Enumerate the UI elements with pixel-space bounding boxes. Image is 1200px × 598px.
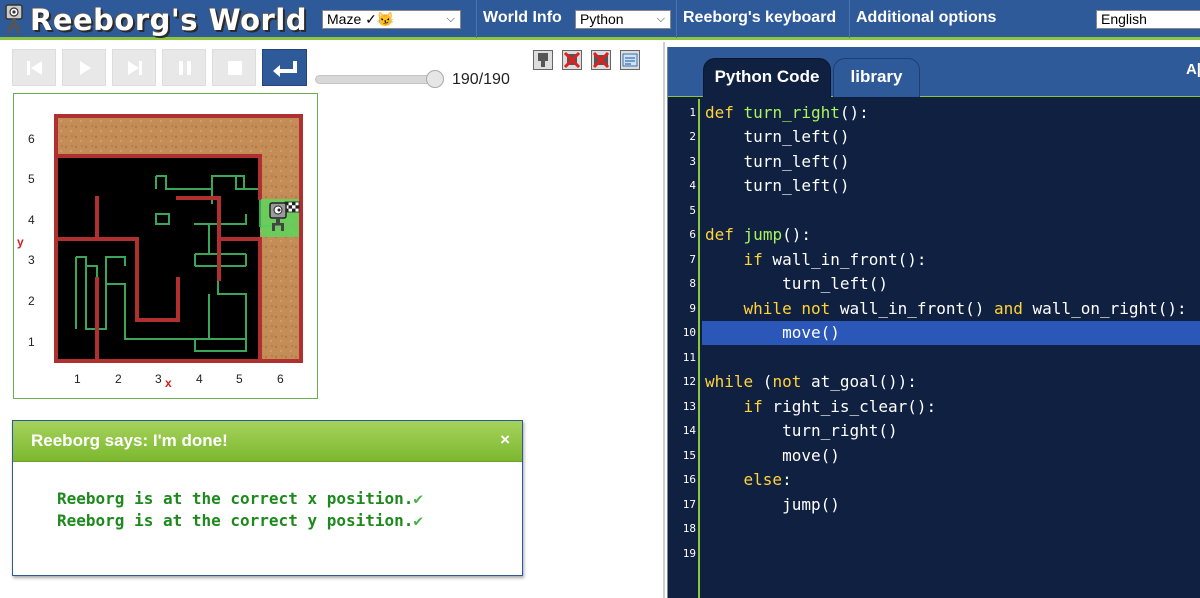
- code-line: 7 if wall_in_front():: [689, 250, 927, 269]
- code-line: 2 turn_left(): [689, 127, 850, 146]
- reload-button[interactable]: [12, 49, 56, 86]
- x-tick-label: 1: [74, 372, 81, 386]
- step-slider-handle[interactable]: [426, 70, 444, 88]
- stop-icon: [228, 61, 242, 75]
- dialog-message-line: Reeborg is at the correct x position.✔: [57, 489, 424, 508]
- y-axis-label: y: [17, 235, 24, 249]
- code-line: 13 if right_is_clear():: [682, 397, 937, 416]
- x-tick-label: 4: [196, 372, 203, 386]
- editor-tabs-bar: Python Code library A|: [668, 47, 1200, 97]
- code-line: 12 while (not at_goal()):: [682, 372, 917, 391]
- x-axis-label: x: [165, 376, 172, 390]
- clear-world-button[interactable]: [591, 50, 611, 70]
- code-line: 15 move(): [682, 446, 840, 465]
- code-line: 16 else:: [682, 470, 792, 489]
- code-line: 5: [689, 204, 696, 217]
- return-icon: [273, 61, 297, 77]
- delete-robot-button[interactable]: [562, 50, 582, 70]
- checkered-flag-icon: [284, 201, 300, 213]
- ui-language-value: English: [1101, 11, 1147, 27]
- y-tick-label: 1: [28, 335, 35, 349]
- world-info-button[interactable]: World Info: [476, 0, 568, 38]
- code-line: 3 turn_left(): [689, 152, 850, 171]
- dialog-header: Reeborg says: I'm done! ×: [13, 421, 522, 462]
- delete-robot-icon: [563, 51, 581, 69]
- checkmark-icon: ✔: [413, 489, 424, 508]
- code-line: 1 def turn_right():: [689, 103, 869, 122]
- step-button[interactable]: [112, 49, 156, 86]
- x-tick-label: 2: [115, 372, 122, 386]
- code-area[interactable]: 1 def turn_right(): 2 turn_left() 3 turn_…: [682, 99, 1200, 598]
- code-line: 14 turn_right(): [682, 421, 898, 440]
- top-menu-bar: Reeborg's World Maze ✓😼 ⌵ World Info Pyt…: [0, 0, 1200, 40]
- edit-world-icon: [622, 53, 638, 67]
- code-line: 17 jump(): [682, 495, 840, 514]
- reeborg-message-dialog: Reeborg says: I'm done! × Reeborg is at …: [12, 420, 523, 576]
- y-tick-label: 3: [28, 253, 35, 267]
- return-to-editor-button[interactable]: [262, 49, 307, 86]
- code-line: 8 turn_left(): [689, 274, 889, 293]
- x-tick-label: 5: [236, 372, 243, 386]
- additional-options-button[interactable]: Additional options: [849, 0, 1002, 38]
- checkmark-icon: ✔: [413, 511, 424, 530]
- ui-language-select[interactable]: English: [1096, 10, 1200, 29]
- step-slider-track[interactable]: [315, 75, 443, 84]
- reload-icon: [27, 61, 42, 75]
- reeborg-logo-icon: [5, 4, 23, 34]
- tab-library[interactable]: library: [833, 58, 920, 97]
- dialog-title: Reeborg says: I'm done!: [31, 431, 228, 450]
- step-counter: 190/190: [452, 71, 510, 88]
- pause-icon: [179, 61, 191, 75]
- dialog-message-line: Reeborg is at the correct y position.✔: [57, 511, 424, 530]
- run-button[interactable]: [62, 49, 106, 86]
- world-canvas: 6 5 4 3 2 1 1 2 3 4 5 6 y x: [13, 93, 318, 399]
- code-line: 4 turn_left(): [689, 176, 850, 195]
- reeborg-keyboard-button[interactable]: Reeborg's keyboard: [676, 0, 842, 38]
- world-select[interactable]: Maze ✓😼 ⌵: [322, 10, 461, 29]
- x-tick-label: 3: [155, 372, 162, 386]
- x-tick-label: 6: [277, 372, 284, 386]
- code-line: 6 def jump():: [689, 225, 811, 244]
- world-select-value: Maze ✓😼: [327, 11, 395, 27]
- programming-language-select[interactable]: Python ⌵: [575, 10, 671, 29]
- y-tick-label: 6: [28, 132, 35, 146]
- code-line: 9 while not wall_in_front() and wall_on_…: [689, 299, 1187, 318]
- edit-world-button[interactable]: [620, 50, 640, 70]
- clear-world-icon: [592, 51, 610, 69]
- robot-tool-button[interactable]: [533, 50, 553, 70]
- y-tick-label: 2: [28, 294, 35, 308]
- code-line: 19: [682, 547, 696, 560]
- step-icon: [128, 61, 142, 75]
- font-size-toggle[interactable]: A|: [1186, 61, 1200, 78]
- run-icon: [80, 61, 91, 75]
- pause-button[interactable]: [162, 49, 206, 86]
- y-tick-label: 4: [28, 213, 35, 227]
- code-line: 18: [682, 522, 696, 535]
- code-line-highlighted: 10 move(): [683, 321, 1200, 345]
- stop-button[interactable]: [212, 49, 256, 86]
- robot-tool-icon: [538, 53, 548, 67]
- close-icon[interactable]: ×: [500, 430, 510, 450]
- panel-divider[interactable]: [663, 42, 665, 598]
- programming-language-value: Python: [580, 11, 624, 27]
- y-tick-label: 5: [28, 172, 35, 186]
- chevron-down-icon: ⌵: [446, 13, 455, 25]
- app-title: Reeborg's World: [30, 3, 308, 37]
- code-line: 11: [682, 351, 696, 364]
- code-editor-panel: Python Code library A| 1 def turn_right()…: [667, 47, 1200, 598]
- tab-python-code[interactable]: Python Code: [703, 58, 831, 97]
- chevron-down-icon: ⌵: [656, 13, 665, 25]
